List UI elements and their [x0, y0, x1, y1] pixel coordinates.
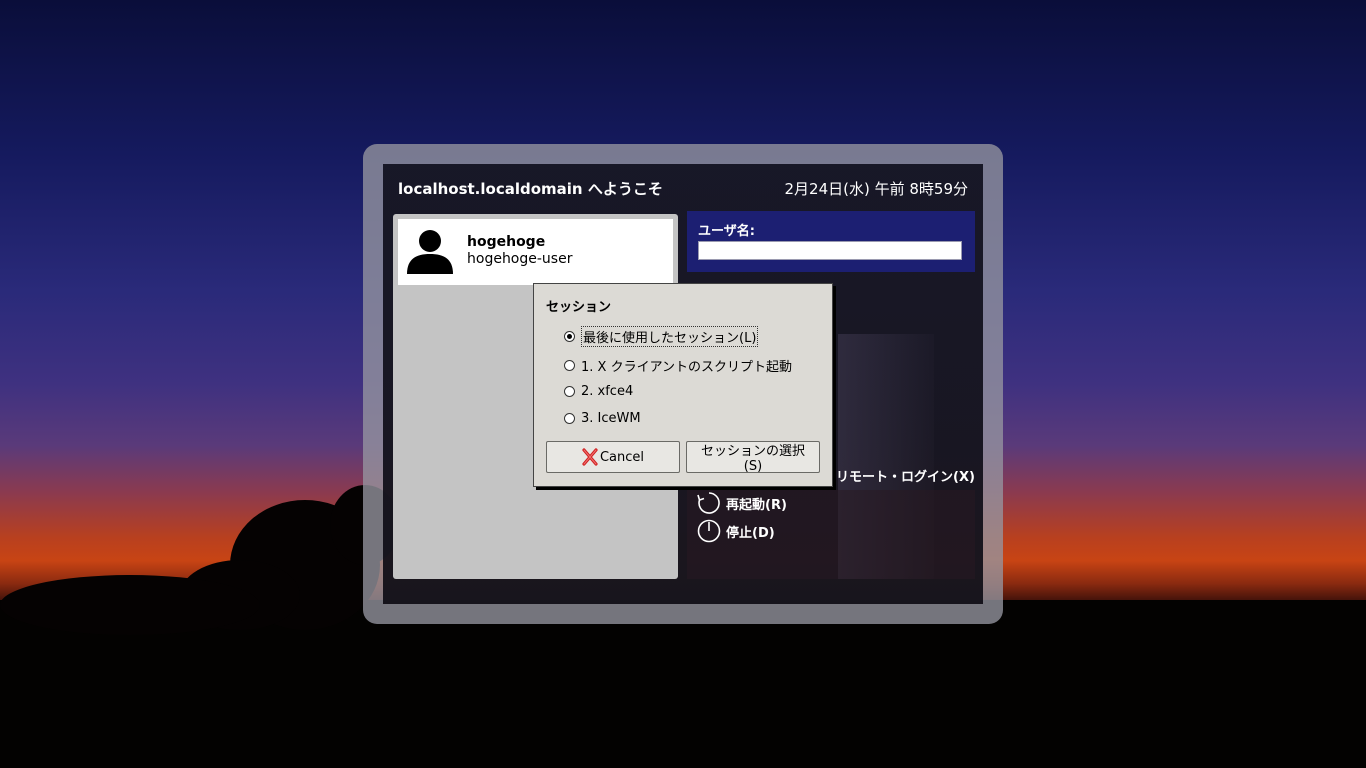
username-label: ユーザ名:: [698, 224, 755, 239]
radio-button[interactable]: [564, 331, 575, 342]
session-option-label: 1. X クライアントのスクリプト起動: [581, 360, 793, 375]
user-avatar-icon: [407, 230, 453, 274]
session-option-label: 2. xfce4: [581, 384, 634, 399]
welcome-title: localhost.localdomain へようこそ: [398, 180, 663, 198]
remote-login-label: リモート・ログイン(X): [836, 470, 975, 485]
session-option-icewm[interactable]: 3. IceWM: [564, 411, 641, 426]
restart-label: 再起動(R): [726, 497, 787, 513]
clock: 2月24日(水) 午前 8時59分: [784, 180, 968, 198]
login-box: ユーザ名:: [687, 211, 975, 272]
select-session-button[interactable]: セッションの選択(S): [686, 441, 820, 474]
username-input[interactable]: [698, 241, 962, 260]
radio-button[interactable]: [564, 360, 575, 371]
select-session-label: セッションの選択(S): [700, 444, 805, 474]
cancel-label: Cancel: [599, 449, 645, 465]
radio-button[interactable]: [564, 413, 575, 424]
halt-button[interactable]: 停止(D): [697, 519, 775, 543]
tree-silhouette: [0, 575, 260, 635]
user-fullname: hogehoge-user: [467, 251, 573, 267]
dialog-title: セッション: [546, 300, 612, 315]
session-option-label: 最後に使用したセッション(L): [581, 326, 759, 347]
session-option-last[interactable]: 最後に使用したセッション(L): [564, 326, 759, 347]
session-option-xclient[interactable]: 1. X クライアントのスクリプト起動: [564, 356, 792, 375]
user-list-item[interactable]: hogehoge hogehoge-user: [398, 219, 673, 285]
radio-button[interactable]: [564, 386, 575, 397]
cancel-x-icon: [582, 448, 598, 466]
session-dialog: セッション 最後に使用したセッション(L) 1. X クライアントのスクリプト起…: [533, 283, 833, 487]
restart-icon: [697, 492, 720, 514]
session-option-label: 3. IceWM: [581, 411, 641, 426]
power-icon: [697, 519, 721, 543]
restart-button[interactable]: 再起動(R): [697, 491, 787, 515]
halt-label: 停止(D): [726, 525, 775, 541]
user-name: hogehoge: [467, 234, 546, 250]
cancel-button[interactable]: Cancel: [546, 441, 680, 473]
remote-login-button[interactable]: リモート・ログイン(X): [836, 466, 975, 485]
session-option-xfce4[interactable]: 2. xfce4: [564, 384, 633, 399]
